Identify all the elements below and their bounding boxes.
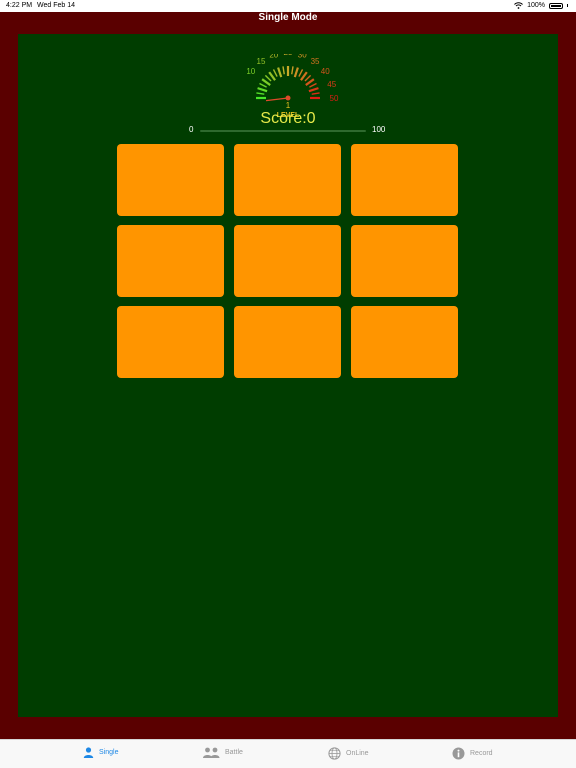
people-icon <box>203 747 220 758</box>
gauge-tick <box>264 74 272 82</box>
gauge-tick <box>268 71 276 81</box>
tab-battle-label: Battle <box>225 749 243 756</box>
tile-grid <box>117 144 458 378</box>
person-icon <box>83 747 94 758</box>
gauge-needle <box>265 97 289 102</box>
globe-icon <box>328 747 341 760</box>
gauge-tick-label: 10 <box>247 67 256 76</box>
gauge-tick-label: 20 <box>269 54 278 59</box>
tab-single[interactable]: Single <box>83 747 118 758</box>
gauge-tick <box>291 66 294 75</box>
info-icon <box>452 747 465 760</box>
gauge-tick-label: 45 <box>327 80 336 89</box>
gauge-tick <box>257 87 268 93</box>
status-bar: 4:22 PM Wed Feb 14 100% <box>0 0 576 12</box>
battery-percent: 100% <box>527 2 545 9</box>
gauge-tick-label: 25 <box>284 54 293 57</box>
gauge-tick-label: 15 <box>257 57 266 66</box>
gauge-tick <box>304 74 312 82</box>
gauge-tick <box>305 78 315 86</box>
gauge-labels: 05101520253035404550 <box>247 54 339 103</box>
battery-tip <box>567 4 568 7</box>
score-progress-bar <box>200 130 366 132</box>
gauge-tick <box>308 87 319 93</box>
tile[interactable] <box>351 144 458 216</box>
wifi-icon <box>514 2 523 9</box>
gauge-level-value: 1 <box>286 101 291 110</box>
tab-online[interactable]: OnLine <box>328 747 369 760</box>
gauge-hub <box>285 95 291 101</box>
tab-bar: Single Battle OnLine Record <box>0 739 576 768</box>
gauge-tick-label: 50 <box>330 94 339 103</box>
status-time: 4:22 PM <box>6 2 33 9</box>
gauge-ticks <box>256 66 320 100</box>
gauge-tick <box>256 92 265 95</box>
tab-single-label: Single <box>99 749 119 756</box>
tab-record-label: Record <box>470 750 493 757</box>
tile[interactable] <box>234 306 341 378</box>
status-right: 100% <box>514 2 568 9</box>
status-date: Wed Feb 14 <box>37 2 76 9</box>
tile[interactable] <box>351 306 458 378</box>
tab-record[interactable]: Record <box>452 747 493 760</box>
gauge-tick-label: 35 <box>311 57 320 66</box>
gauge-tick <box>259 82 267 88</box>
tile[interactable] <box>234 144 341 216</box>
tile[interactable] <box>351 225 458 297</box>
tile[interactable] <box>117 225 224 297</box>
tile[interactable] <box>117 144 224 216</box>
tab-online-label: OnLine <box>346 750 369 757</box>
gauge-tick-label: 30 <box>298 54 307 59</box>
tab-battle[interactable]: Battle <box>203 747 243 758</box>
page-title: Single Mode <box>258 12 318 23</box>
gauge-tick <box>277 67 283 78</box>
progress-max-label: 100 <box>372 125 386 134</box>
progress-min-label: 0 <box>189 125 194 134</box>
gauge-tick <box>311 92 320 95</box>
gauge-tick <box>293 67 299 78</box>
gauge-tick <box>282 66 285 75</box>
gauge-tick <box>309 82 317 88</box>
game-board: 05101520253035404550 1 LEVEL Score:0 0 1… <box>18 34 558 717</box>
gauge-tick <box>261 78 271 86</box>
tile[interactable] <box>234 225 341 297</box>
gauge-tick <box>272 69 278 77</box>
gauge-tick <box>300 71 308 81</box>
score-label: Score:0 <box>260 110 316 127</box>
gauge-tick <box>298 69 304 77</box>
battery-icon <box>549 2 563 9</box>
gauge-tick-label: 40 <box>321 67 330 76</box>
tile[interactable] <box>117 306 224 378</box>
